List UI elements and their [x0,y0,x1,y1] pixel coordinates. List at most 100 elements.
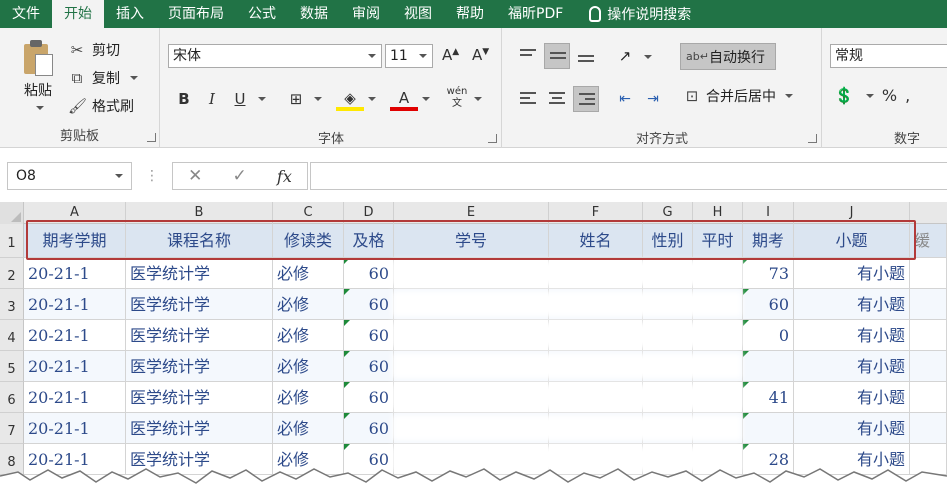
tab-home[interactable]: 开始 [52,0,104,30]
cell-course[interactable]: 医学统计学 [126,320,273,351]
header-cell-subquestion[interactable]: 小题 [794,224,910,258]
cell-type[interactable]: 必修 [273,320,344,351]
bold-button[interactable]: B [170,86,198,112]
column-header-a[interactable]: A [24,202,126,224]
row-header[interactable]: 6 [0,382,24,413]
comma-style-icon[interactable]: , [905,86,910,105]
cell-course[interactable]: 医学统计学 [126,289,273,320]
tab-foxit-pdf[interactable]: 福昕PDF [496,0,575,28]
align-left-button[interactable] [515,86,541,112]
cell-subquestion[interactable]: 有小题 [794,320,910,351]
cell-subquestion[interactable]: 有小题 [794,382,910,413]
row-header[interactable]: 5 [0,351,24,382]
italic-button[interactable]: I [198,86,226,112]
row-header[interactable]: 4 [0,320,24,351]
accounting-format-icon[interactable]: 💲 [834,86,854,105]
align-bottom-button[interactable] [573,43,599,69]
align-top-button[interactable] [515,43,541,69]
fill-color-icon[interactable]: ◈ [336,87,364,111]
column-header-f[interactable]: F [549,202,643,224]
increase-font-size-button[interactable]: A▲ [442,46,459,64]
phonetic-guide-icon[interactable]: wén 文 [444,86,470,112]
header-cell-semester[interactable]: 期考学期 [24,224,126,258]
wrap-text-button[interactable]: ab↵ 自动换行 [680,43,776,70]
cell-semester[interactable]: 20-21-1 [24,413,126,444]
cell-course[interactable]: 医学统计学 [126,382,273,413]
cell-semester[interactable]: 20-21-1 [24,258,126,289]
name-box[interactable]: O8 [7,162,132,190]
align-right-button[interactable] [573,86,599,112]
cell-extra[interactable] [910,413,947,444]
cell-course[interactable]: 医学统计学 [126,258,273,289]
column-header-g[interactable]: G [643,202,693,224]
formula-input[interactable] [310,162,947,190]
cell-subquestion[interactable]: 有小题 [794,413,910,444]
borders-icon[interactable]: ⊞ [282,86,310,112]
decrease-font-size-button[interactable]: A▼ [472,46,489,64]
cut-button[interactable]: ✂ 剪切 [68,40,120,60]
align-middle-button[interactable] [544,43,570,69]
header-cell-name[interactable]: 姓名 [549,224,643,258]
dialog-launcher-icon[interactable] [147,133,156,142]
font-name-select[interactable]: 宋体 [168,44,382,68]
format-painter-button[interactable]: 🖌 格式刷 [68,96,134,116]
align-center-button[interactable] [544,86,570,112]
cell-pass[interactable]: 60 [344,289,394,320]
cell-exam[interactable] [743,413,794,444]
cell-pass[interactable]: 60 [344,382,394,413]
select-all-button[interactable] [0,202,24,224]
enter-icon[interactable]: ✓ [233,166,247,186]
increase-indent-icon[interactable]: ⇥ [640,86,666,112]
row-header[interactable]: 1 [0,224,24,258]
cell-course[interactable]: 医学统计学 [126,351,273,382]
cell-exam[interactable]: 73 [743,258,794,289]
insert-function-icon[interactable]: fx [277,167,292,186]
header-cell-exam[interactable]: 期考 [743,224,794,258]
cell-extra[interactable] [910,258,947,289]
cell-pass[interactable]: 60 [344,351,394,382]
header-cell-extra[interactable]: 缓 [910,224,947,258]
cell-semester[interactable]: 20-21-1 [24,289,126,320]
cell-extra[interactable] [910,289,947,320]
cell-type[interactable]: 必修 [273,413,344,444]
tab-data[interactable]: 数据 [288,0,340,28]
decrease-indent-icon[interactable]: ⇤ [612,86,638,112]
header-cell-type[interactable]: 修读类 [273,224,344,258]
font-color-icon[interactable]: A [390,87,418,111]
copy-button[interactable]: ⧉ 复制 [68,68,138,88]
tab-insert[interactable]: 插入 [104,0,156,28]
cell-type[interactable]: 必修 [273,382,344,413]
header-cell-gender[interactable]: 性别 [643,224,693,258]
font-size-select[interactable]: 11 [385,44,433,68]
more-options-icon[interactable]: ⋮ [145,168,159,184]
cell-pass[interactable]: 60 [344,413,394,444]
cell-type[interactable]: 必修 [273,351,344,382]
column-header-e[interactable]: E [394,202,549,224]
cancel-icon[interactable]: ✕ [188,166,202,186]
tab-help[interactable]: 帮助 [444,0,496,28]
tab-file[interactable]: 文件 [0,0,52,28]
cell-semester[interactable]: 20-21-1 [24,320,126,351]
row-header[interactable]: 7 [0,413,24,444]
column-header-k[interactable] [910,202,947,224]
row-header[interactable]: 3 [0,289,24,320]
column-header-i[interactable]: I [743,202,794,224]
orientation-icon[interactable]: ↗ [612,43,638,69]
cell-subquestion[interactable]: 有小题 [794,258,910,289]
cell-course[interactable]: 医学统计学 [126,413,273,444]
underline-button[interactable]: U [226,86,254,112]
tell-me-search[interactable]: 操作说明搜索 [575,4,691,24]
number-format-select[interactable]: 常规 [830,44,947,68]
dialog-launcher-icon[interactable] [808,134,817,143]
tab-page-layout[interactable]: 页面布局 [156,0,236,28]
cell-subquestion[interactable]: 有小题 [794,289,910,320]
cell-semester[interactable]: 20-21-1 [24,382,126,413]
header-cell-regular[interactable]: 平时 [693,224,743,258]
cell-extra[interactable] [910,382,947,413]
column-header-j[interactable]: J [794,202,910,224]
column-header-d[interactable]: D [344,202,394,224]
column-header-c[interactable]: C [273,202,344,224]
cell-pass[interactable]: 60 [344,320,394,351]
dialog-launcher-icon[interactable] [488,134,497,143]
paste-button[interactable]: 粘贴 [16,38,60,115]
